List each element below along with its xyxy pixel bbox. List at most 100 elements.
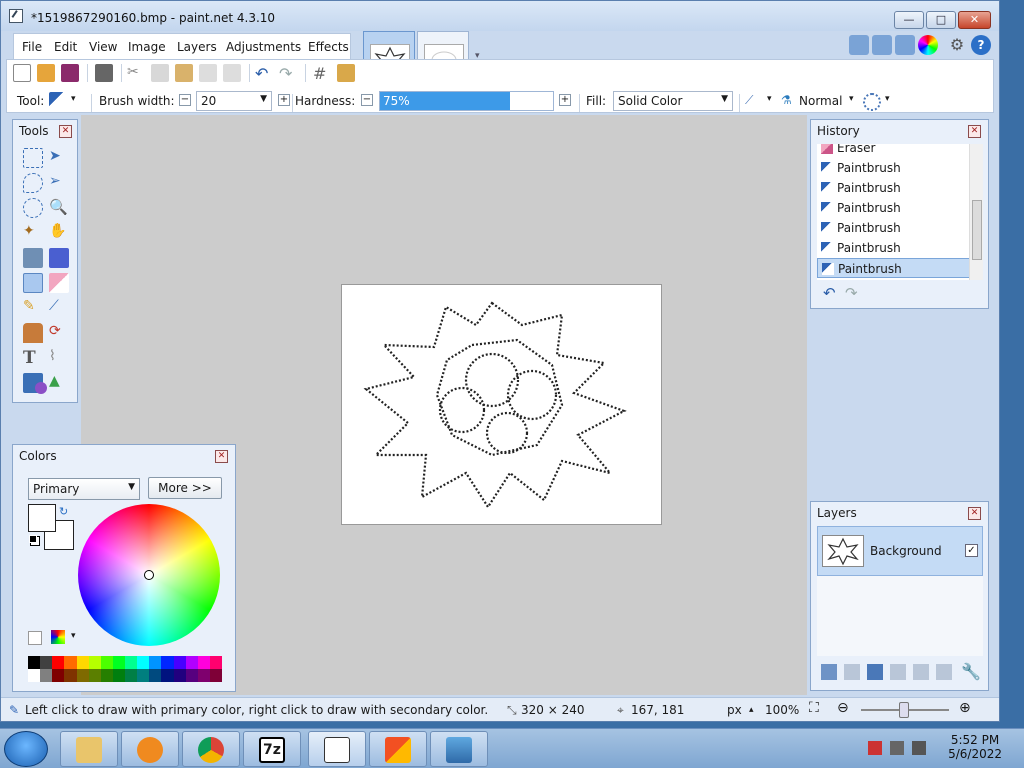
pencil-tool-icon[interactable]: ✎ — [23, 298, 43, 318]
duplicate-layer-icon[interactable] — [867, 664, 883, 680]
zoom-out-icon[interactable]: ⊖ — [837, 700, 849, 716]
history-item-selected[interactable]: Paintbrush — [817, 258, 983, 278]
palette-menu-icon[interactable] — [51, 630, 65, 644]
title-bar[interactable]: *1519867290160.bmp - paint.net 4.3.10 — … — [1, 1, 999, 31]
open-file-icon[interactable] — [37, 64, 55, 82]
tools-toggle-icon[interactable] — [849, 35, 869, 55]
move-selection-tool-icon[interactable]: ➢ — [49, 173, 69, 193]
zoom-slider-knob[interactable] — [899, 702, 909, 718]
eraser-tool-icon[interactable] — [49, 273, 69, 293]
menu-file[interactable]: File — [22, 40, 42, 54]
print-icon[interactable] — [95, 64, 113, 82]
layer-visibility-checkbox[interactable]: ✓ — [965, 544, 978, 557]
new-file-icon[interactable] — [13, 64, 31, 82]
history-panel-close-button[interactable]: ✕ — [968, 125, 981, 138]
merge-layer-icon[interactable] — [890, 664, 906, 680]
start-button[interactable] — [4, 731, 48, 767]
taskbar-paintnet[interactable] — [308, 731, 366, 767]
tools-panel-close-button[interactable]: ✕ — [59, 125, 72, 138]
hardness-slider[interactable]: 75% — [379, 91, 554, 111]
menu-layers[interactable]: Layers — [177, 40, 217, 54]
history-redo-icon[interactable]: ↷ — [845, 284, 858, 302]
line-curve-tool-icon[interactable]: ⌇ — [49, 348, 69, 368]
colors-panel-close-button[interactable]: ✕ — [215, 450, 228, 463]
move-layer-down-icon[interactable] — [936, 664, 952, 680]
redo-icon[interactable]: ↷ — [279, 64, 297, 83]
add-layer-icon[interactable] — [821, 664, 837, 680]
hardness-increase-button[interactable]: + — [559, 94, 571, 106]
brush-width-input[interactable]: 20 ▼ — [196, 91, 272, 111]
paint-bucket-tool-icon[interactable] — [23, 248, 43, 268]
menu-effects[interactable]: Effects — [308, 40, 349, 54]
history-item[interactable]: Paintbrush — [817, 238, 983, 258]
color-mode-select[interactable]: Primary ▼ — [28, 478, 140, 500]
image-canvas[interactable] — [341, 284, 662, 525]
history-item[interactable]: Paintbrush — [817, 218, 983, 238]
color-palette[interactable] — [28, 656, 222, 682]
paste-icon[interactable] — [175, 64, 193, 82]
layers-toggle-icon[interactable] — [895, 35, 915, 55]
help-icon[interactable]: ? — [971, 35, 991, 55]
clone-stamp-tool-icon[interactable] — [23, 323, 43, 343]
delete-layer-icon[interactable] — [844, 664, 860, 680]
pan-tool-icon[interactable]: ✋ — [49, 223, 69, 243]
layer-row-background[interactable]: Background ✓ — [817, 526, 983, 576]
zoom-level[interactable]: 100% — [765, 703, 799, 717]
more-colors-button[interactable]: More >> — [148, 477, 222, 499]
settings-gear-icon[interactable]: ⚙ — [947, 35, 967, 55]
volume-icon[interactable] — [912, 741, 926, 755]
reset-colors-icon[interactable] — [29, 535, 37, 543]
history-scrollbar[interactable] — [969, 144, 983, 280]
history-item[interactable]: Paintbrush — [817, 178, 983, 198]
maximize-button[interactable]: □ — [926, 11, 956, 29]
taskbar-7zip[interactable]: 7z — [243, 731, 301, 767]
blend-mode-icon[interactable]: ⚗ — [781, 93, 799, 111]
undo-icon[interactable]: ↶ — [255, 64, 273, 83]
units-dropdown-icon[interactable]: ▴ — [749, 705, 754, 715]
zoom-tool-icon[interactable]: 🔍 — [49, 198, 69, 218]
antialiasing-icon[interactable]: ⟋ — [745, 93, 763, 111]
copy-icon[interactable] — [151, 64, 169, 82]
deselect-icon[interactable] — [223, 64, 241, 82]
blend-mode-value[interactable]: Normal — [799, 94, 842, 108]
move-layer-up-icon[interactable] — [913, 664, 929, 680]
antialiasing-dropdown-icon[interactable]: ▾ — [767, 94, 772, 104]
move-selected-tool-icon[interactable]: ➤ — [49, 148, 69, 168]
shapes-triangle-icon[interactable]: ▲ — [49, 373, 69, 393]
layers-panel-close-button[interactable]: ✕ — [968, 507, 981, 520]
history-item[interactable]: Paintbrush — [817, 198, 983, 218]
zoom-to-window-icon[interactable]: ⛶ — [809, 700, 819, 716]
primary-color-swatch[interactable] — [28, 504, 56, 532]
gradient-tool-icon[interactable] — [49, 248, 69, 268]
units-selector[interactable]: px — [727, 703, 742, 717]
rectangle-select-tool-icon[interactable] — [23, 148, 43, 168]
clock[interactable]: 5:52 PM 5/6/2022 — [948, 733, 1002, 761]
add-palette-color-icon[interactable] — [28, 631, 42, 645]
grid-icon[interactable]: # — [313, 64, 331, 83]
swap-colors-icon[interactable]: ↻ — [59, 505, 68, 518]
menu-adjustments[interactable]: Adjustments — [226, 40, 301, 54]
minimize-button[interactable]: — — [894, 11, 924, 29]
network-icon[interactable] — [890, 741, 904, 755]
brush-width-increase-button[interactable]: + — [278, 94, 290, 106]
crop-icon[interactable] — [199, 64, 217, 82]
ruler-icon[interactable] — [337, 64, 355, 82]
text-tool-icon[interactable]: T — [23, 348, 43, 368]
selection-mode-icon[interactable] — [863, 93, 881, 111]
taskbar-photos[interactable] — [430, 731, 488, 767]
menu-view[interactable]: View — [89, 40, 117, 54]
colors-toggle-icon[interactable] — [918, 35, 938, 55]
blend-mode-dropdown-icon[interactable]: ▾ — [849, 94, 854, 104]
cut-icon[interactable]: ✂ — [127, 64, 145, 82]
history-item[interactable]: Paintbrush — [817, 158, 983, 178]
paintbrush-tool-icon[interactable] — [23, 273, 43, 293]
selection-mode-dropdown-icon[interactable]: ▾ — [885, 94, 890, 104]
palette-dropdown-icon[interactable]: ▾ — [71, 631, 76, 641]
brush-width-decrease-button[interactable]: − — [179, 94, 191, 106]
color-picker-tool-icon[interactable]: ⟋ — [49, 298, 69, 318]
history-list[interactable]: Eraser Paintbrush Paintbrush Paintbrush … — [817, 144, 983, 280]
tool-dropdown-icon[interactable]: ▾ — [71, 94, 76, 104]
zoom-in-icon[interactable]: ⊕ — [959, 700, 971, 716]
menu-image[interactable]: Image — [128, 40, 166, 54]
action-center-icon[interactable] — [868, 741, 882, 755]
